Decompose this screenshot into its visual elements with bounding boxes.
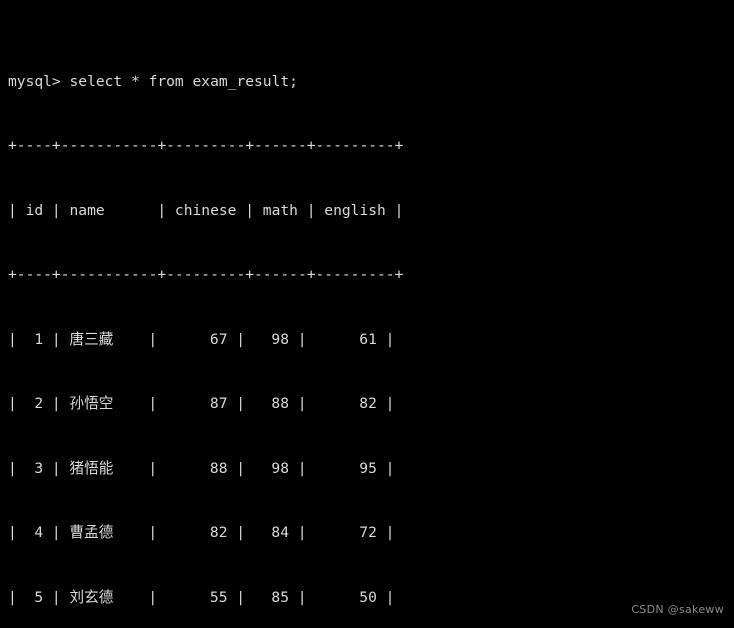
query1-separator-mid: +----+-----------+---------+------+-----… xyxy=(8,266,404,283)
table-row: | 1 | 唐三藏 | 67 | 98 | 61 | xyxy=(8,330,395,348)
terminal-screen: mysql> select * from exam_result; +----+… xyxy=(8,6,734,628)
query1-header-row: | id | name | chinese | math | english | xyxy=(8,201,404,219)
query1-command-line: mysql> select * from exam_result; xyxy=(8,72,298,90)
table-row: | 3 | 猪悟能 | 88 | 98 | 95 | xyxy=(8,459,395,477)
watermark: CSDN @sakeww xyxy=(631,602,724,616)
table-row: | 4 | 曹孟德 | 82 | 84 | 72 | xyxy=(8,524,395,541)
table-row: | 5 | 刘玄德 | 55 | 85 | 50 | xyxy=(8,588,395,606)
query1-separator-top: +----+-----------+---------+------+-----… xyxy=(8,137,404,154)
table-row: | 2 | 孙悟空 | 87 | 88 | 82 | xyxy=(8,395,395,412)
terminal-window[interactable]: mysql> select * from exam_result; +----+… xyxy=(0,0,734,628)
